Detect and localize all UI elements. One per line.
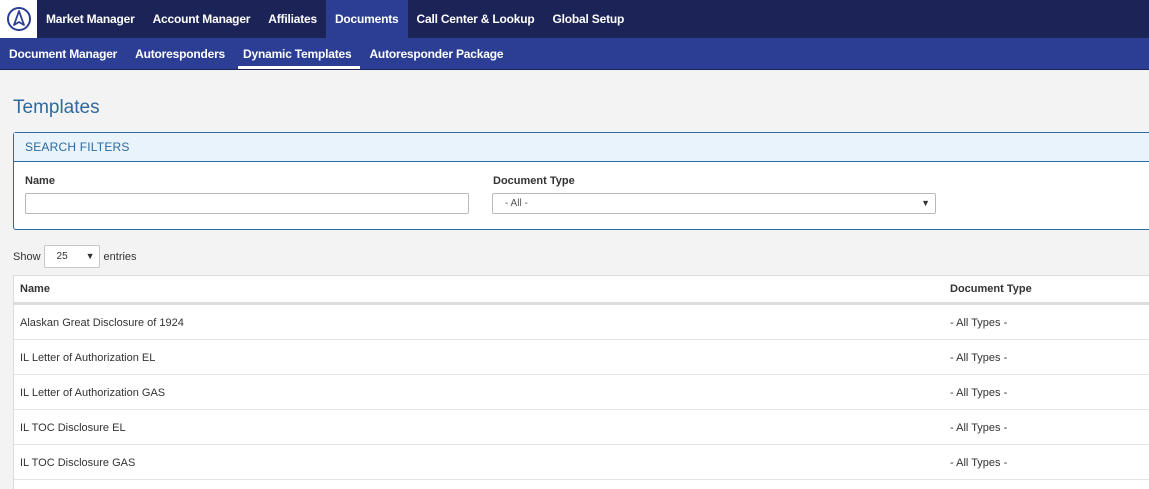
document-type-selected-value: - All - bbox=[505, 198, 528, 209]
row-document-type-cell: - All Types - bbox=[950, 387, 1008, 399]
table-row[interactable]: IL Letter of Authorization EL - All Type… bbox=[14, 340, 1149, 375]
row-name-cell: IL Letter of Authorization GAS bbox=[20, 387, 166, 399]
table-row[interactable]: IL TOC Disclosure GAS - All Types - bbox=[14, 445, 1149, 480]
row-name-cell: Alaskan Great Disclosure of 1924 bbox=[20, 317, 184, 329]
top-nav-call-center-lookup[interactable]: Call Center & Lookup bbox=[408, 0, 544, 38]
app-logo[interactable] bbox=[0, 0, 37, 38]
row-document-type-cell: - All Types - bbox=[950, 317, 1008, 329]
search-filters-panel: SEARCH FILTERS Name Document Type - All … bbox=[13, 132, 1149, 230]
table-row[interactable]: IL Letter of Authorization GAS - All Typ… bbox=[14, 375, 1149, 410]
column-header-name[interactable]: Name bbox=[20, 283, 50, 295]
column-header-document-type[interactable]: Document Type bbox=[950, 283, 1032, 295]
search-filters-header[interactable]: SEARCH FILTERS bbox=[14, 133, 1149, 162]
row-document-type-cell: - All Types - bbox=[950, 457, 1008, 469]
sub-nav-autoresponders[interactable]: Autoresponders bbox=[126, 38, 234, 69]
entries-per-page-select[interactable]: 25 ▼ bbox=[43, 245, 100, 268]
row-document-type-cell: - All Types - bbox=[950, 352, 1008, 364]
sub-nav-document-manager[interactable]: Document Manager bbox=[0, 38, 126, 69]
top-nav-account-manager[interactable]: Account Manager bbox=[144, 0, 260, 38]
table-length-control: Show 25 ▼ entries bbox=[13, 245, 137, 268]
sub-nav-dynamic-templates[interactable]: Dynamic Templates bbox=[234, 38, 361, 69]
name-filter-label: Name bbox=[25, 175, 55, 187]
top-nav-market-manager[interactable]: Market Manager bbox=[37, 0, 144, 38]
table-header-row: Name Document Type bbox=[14, 276, 1149, 305]
document-type-select[interactable]: - All - ▼ bbox=[492, 193, 936, 214]
entries-per-page-value: 25 bbox=[56, 251, 68, 262]
entries-label: entries bbox=[103, 250, 137, 263]
dropdown-arrow-icon: ▼ bbox=[85, 251, 95, 261]
top-nav-global-setup[interactable]: Global Setup bbox=[544, 0, 634, 38]
top-nav-documents[interactable]: Documents bbox=[325, 0, 408, 38]
name-filter-input[interactable] bbox=[25, 193, 469, 214]
top-nav-items: Market Manager Account Manager Affiliate… bbox=[37, 0, 633, 38]
templates-table: Name Document Type Alaskan Great Disclos… bbox=[13, 275, 1149, 489]
dropdown-arrow-icon: ▼ bbox=[921, 198, 930, 208]
top-navigation: Market Manager Account Manager Affiliate… bbox=[0, 0, 1149, 38]
page-title: Templates bbox=[13, 97, 100, 118]
table-row[interactable]: Alaskan Great Disclosure of 1924 - All T… bbox=[14, 305, 1149, 340]
sub-navigation: Document Manager Autoresponders Dynamic … bbox=[0, 38, 1149, 70]
row-name-cell: IL TOC Disclosure GAS bbox=[20, 457, 136, 469]
row-document-type-cell: - All Types - bbox=[950, 422, 1008, 434]
document-type-filter-label: Document Type bbox=[493, 175, 575, 187]
sub-nav-autoresponder-package[interactable]: Autoresponder Package bbox=[360, 38, 512, 69]
row-name-cell: IL Letter of Authorization EL bbox=[20, 352, 156, 364]
row-name-cell: IL TOC Disclosure EL bbox=[20, 422, 126, 434]
show-label: Show bbox=[13, 250, 41, 263]
top-nav-affiliates[interactable]: Affiliates bbox=[259, 0, 326, 38]
table-row[interactable]: IL TOC Disclosure EL - All Types - bbox=[14, 410, 1149, 445]
compass-logo-icon bbox=[6, 7, 31, 31]
